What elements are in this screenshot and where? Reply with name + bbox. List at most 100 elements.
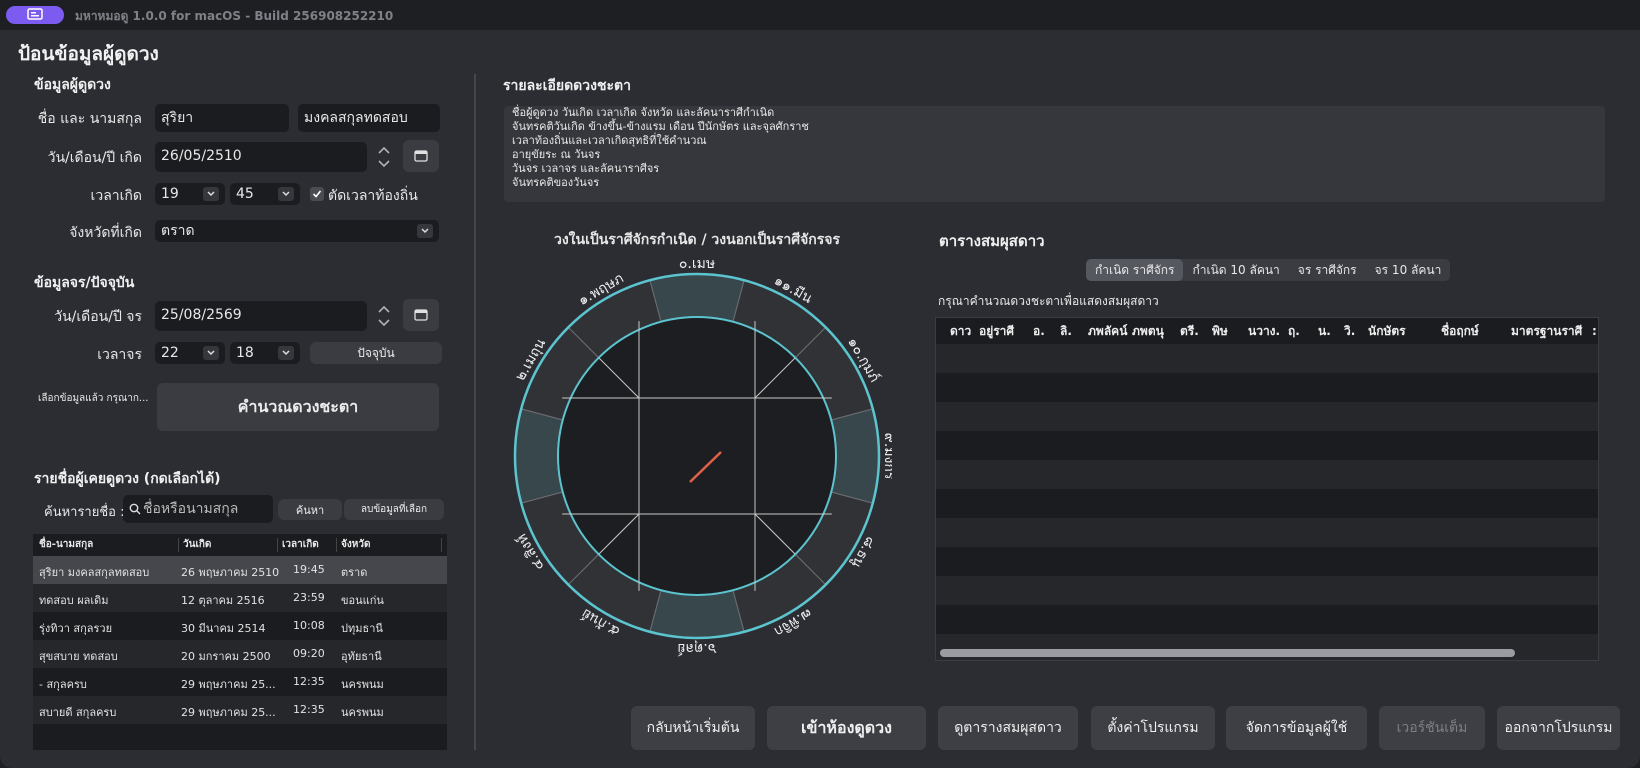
tab-natal-10-lagna[interactable]: กำเนิด 10 ลัคนา [1183, 259, 1288, 281]
birth-hour-select[interactable]: 19 [155, 183, 225, 205]
table-row [936, 344, 1598, 373]
aspects-title: ตารางสมผุสดาว [939, 232, 1045, 250]
dob-input[interactable]: 26/05/2510 [155, 142, 367, 172]
birth-hour-value: 19 [161, 186, 179, 202]
cell-dob: 30 มีนาคม 2514 [181, 622, 266, 635]
birth-time-label: เวลาเกิด [90, 188, 142, 204]
view-aspects-button[interactable]: ดูตารางสมผุสดาว [938, 706, 1078, 750]
cell-province: นครพนม [341, 678, 384, 691]
birth-minute-select[interactable]: 45 [230, 183, 300, 205]
cell-dob: 26 พฤษภาคม 2510 [181, 566, 280, 579]
calendar-icon [414, 150, 428, 162]
table-row[interactable]: รุ่งทิวา สกุลรวย 30 มีนาคม 2514 10:08 ปท… [33, 612, 447, 640]
province-value: ตราด [161, 223, 195, 239]
dob-calendar-button[interactable] [403, 140, 439, 172]
transit-hour-value: 22 [161, 345, 179, 361]
panel-divider [474, 74, 476, 750]
chevron-down-icon [278, 187, 294, 201]
cell-province: อุทัยธานี [341, 650, 382, 663]
history-search-button[interactable]: ค้นหา [278, 499, 342, 520]
scrollbar-thumb[interactable] [940, 649, 1515, 657]
page-title: ป้อนข้อมูลผู้ดูดวง [18, 43, 159, 65]
quit-button[interactable]: ออกจากโปรแกรม [1497, 706, 1620, 750]
transit-date-label: วัน/เดือน/ปี จร [54, 309, 142, 325]
calculate-button[interactable]: คำนวณดวงชะตา [157, 383, 439, 431]
aspect-col-tri[interactable]: ตรี. [1180, 318, 1199, 344]
settings-button[interactable]: ตั้งค่าโปรแกรม [1091, 706, 1215, 750]
cell-name: สุริยา มงคลสกุลทดสอบ [39, 566, 150, 579]
details-title: รายละเอียดดวงชะตา [503, 78, 631, 94]
local-time-checkbox[interactable] [310, 187, 324, 201]
transit-date-stepper[interactable] [373, 301, 395, 331]
zodiac-sign-label: ๓.กรกฎ [512, 432, 513, 480]
table-row [936, 402, 1598, 431]
zodiac-sector [514, 408, 564, 504]
aspect-col-degree[interactable]: อ. [1033, 318, 1045, 344]
history-col-dob[interactable]: วันเกิด [183, 534, 211, 556]
tab-transit-zodiac[interactable]: จร ราศีจักร [1289, 259, 1366, 281]
table-row[interactable]: สุริยา มงคลสกุลทดสอบ 26 พฤษภาคม 2510 19:… [33, 556, 447, 584]
aspect-col-bhava-lagna[interactable]: ภพลัคน์ [1088, 318, 1127, 344]
aspect-col-star[interactable]: ดาว [950, 318, 971, 344]
title-bar: มหาหมอดู 1.0.0 for macOS - Build 2569082… [0, 0, 1640, 30]
province-label: จังหวัดที่เกิด [69, 225, 142, 241]
zodiac-sector [830, 408, 880, 504]
aspect-col-minute[interactable]: ลิ. [1060, 318, 1072, 344]
chart-title: วงในเป็นราศีจักรกำเนิด / วงนอกเป็นราศีจั… [553, 232, 841, 248]
aspect-col-navang[interactable]: นวาง. [1248, 318, 1280, 344]
chevron-down-icon [203, 346, 219, 360]
now-button[interactable]: ปัจจุบัน [310, 342, 442, 364]
history-title: รายชื่อผู้เคยดูดวง (กดเลือกได้) [34, 471, 221, 487]
details-line: ชื่อผู้ดูดวง วันเกิด เวลาเกิด จังหวัด แล… [512, 106, 775, 119]
birth-minute-value: 45 [236, 186, 254, 202]
table-row [936, 518, 1598, 547]
enter-reading-room-button[interactable]: เข้าห้องดูดวง [767, 706, 926, 750]
aspect-col-ru[interactable]: ฤ. [1288, 318, 1300, 344]
cell-name: รุ่งทิวา สกุลรวย [39, 622, 113, 635]
history-col-time[interactable]: เวลาเกิด [282, 534, 319, 556]
table-row [936, 605, 1598, 634]
transit-hour-select[interactable]: 22 [155, 342, 225, 364]
aspect-col-standard-sign[interactable]: มาตรฐานราศี [1511, 318, 1582, 344]
aspect-col-auspicious[interactable]: ชื่อฤกษ์ [1441, 318, 1479, 344]
table-row[interactable]: - สกุลครบ 29 พฤษภาคม 25... 12:35 นครพนม [33, 668, 447, 696]
checkmark-icon [312, 190, 322, 198]
aspect-col-bhava-tanu[interactable]: ภพตนุ [1132, 318, 1164, 344]
details-line: จันทรคติของวันจร [512, 176, 600, 189]
history-search-input[interactable]: ชื่อหรือนามสกุล [123, 495, 273, 523]
history-col-province[interactable]: จังหวัด [341, 534, 370, 556]
local-time-label: ตัดเวลาท้องถิ่น [328, 188, 418, 204]
cell-name: สุขสบาย ทดสอบ [39, 650, 118, 663]
table-row[interactable]: สุขสบาย ทดสอบ 20 มกราคม 2500 09:20 อุทัย… [33, 640, 447, 668]
zodiac-sign-label: ๖.ตุลย์ [677, 640, 716, 657]
aspect-col-sign[interactable]: อยู่ราศี [979, 318, 1014, 344]
history-col-name[interactable]: ชื่อ-นามสกุล [39, 534, 93, 556]
last-name-input[interactable]: มงคลสกุลทดสอบ [298, 104, 440, 132]
table-row[interactable]: ทดสอบ ผลเดิม 12 ตุลาคม 2516 23:59 ขอนแก่… [33, 584, 447, 612]
aspect-col-na[interactable]: น. [1318, 318, 1331, 344]
transit-date-input[interactable]: 25/08/2569 [155, 301, 367, 331]
cell-time: 12:35 [293, 703, 325, 716]
aspect-col-nakshatra[interactable]: นักษัตร [1368, 318, 1406, 344]
tab-transit-10-lagna[interactable]: จร 10 ลัคนา [1366, 259, 1451, 281]
cell-province: ปทุมธานี [341, 622, 383, 635]
aspect-col-poison[interactable]: พิษ [1212, 318, 1228, 344]
transit-section-title: ข้อมูลจร/ปัจจุบัน [34, 275, 135, 291]
aspect-col-more[interactable]: : [1592, 318, 1597, 344]
delete-selected-button[interactable]: ลบข้อมูลที่เลือก [344, 499, 444, 520]
aspect-col-wi[interactable]: วิ. [1344, 318, 1355, 344]
cell-name: สบายดี สกุลครบ [39, 706, 117, 719]
app-icon[interactable] [6, 6, 64, 24]
transit-calendar-button[interactable] [403, 299, 439, 331]
tab-natal-zodiac[interactable]: กำเนิด ราศีจักร [1086, 259, 1184, 281]
manage-users-button[interactable]: จัดการข้อมูลผู้ใช้ [1226, 706, 1367, 750]
dob-stepper[interactable] [373, 142, 395, 172]
table-row [936, 460, 1598, 489]
home-button[interactable]: กลับหน้าเริ่มต้น [631, 706, 755, 750]
province-select[interactable]: ตราด [155, 220, 439, 242]
table-row[interactable]: สบายดี สกุลครบ 29 พฤษภาคม 25... 12:35 นค… [33, 696, 447, 724]
transit-minute-select[interactable]: 18 [230, 342, 300, 364]
first-name-input[interactable]: สุริยา [155, 104, 289, 132]
horizontal-scrollbar[interactable] [940, 649, 1594, 657]
name-label: ชื่อ และ นามสกุล [37, 111, 142, 127]
